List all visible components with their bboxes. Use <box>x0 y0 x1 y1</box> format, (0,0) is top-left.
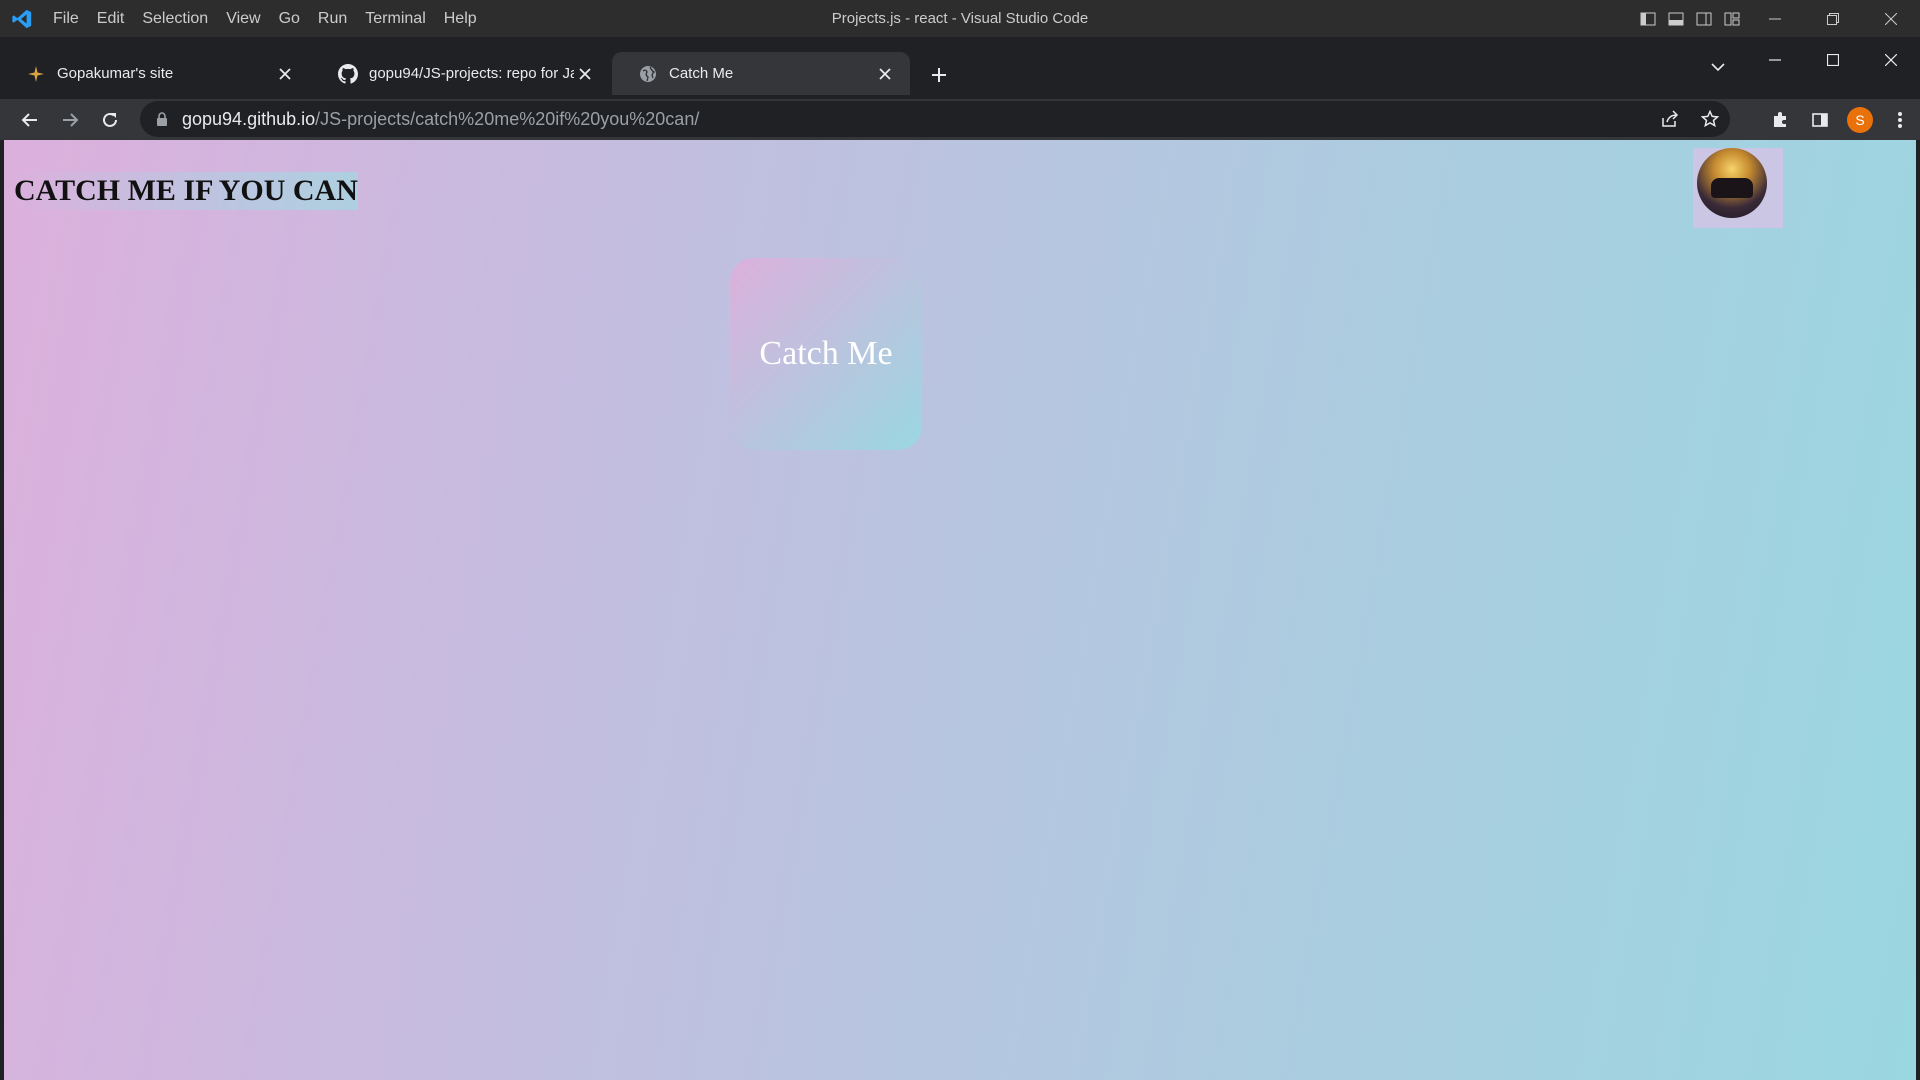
sparkle-favicon-icon <box>26 64 46 84</box>
vscode-logo-icon <box>0 0 44 37</box>
side-panel-icon[interactable] <box>1800 99 1840 140</box>
toggle-panel-icon[interactable] <box>1662 0 1690 37</box>
page-viewport: CATCH ME IF YOU CAN Catch Me <box>4 140 1916 1080</box>
new-tab-plus-icon[interactable] <box>925 61 953 89</box>
menu-terminal[interactable]: Terminal <box>356 0 434 37</box>
extensions-puzzle-icon[interactable] <box>1760 99 1800 140</box>
reload-icon[interactable] <box>90 102 130 138</box>
avatar <box>1697 148 1767 218</box>
menu-file[interactable]: File <box>44 0 88 37</box>
tab-title: Catch Me <box>669 65 734 82</box>
back-arrow-icon[interactable] <box>10 102 50 138</box>
browser-maximize-icon[interactable] <box>1804 37 1862 83</box>
globe-icon <box>638 64 658 84</box>
menu-go[interactable]: Go <box>270 0 309 37</box>
share-icon[interactable] <box>1650 101 1690 137</box>
avatar-container <box>1693 148 1783 228</box>
vscode-minimize-icon[interactable] <box>1746 0 1804 37</box>
customize-layout-icon[interactable] <box>1718 0 1746 37</box>
browser-minimize-icon[interactable] <box>1746 37 1804 83</box>
bookmark-star-icon[interactable] <box>1690 101 1730 137</box>
vscode-title-bar: File Edit Selection View Go Run Terminal… <box>0 0 1920 37</box>
vscode-restore-icon[interactable] <box>1804 0 1862 37</box>
close-tab-icon[interactable] <box>274 63 296 85</box>
vscode-menu-bar: File Edit Selection View Go Run Terminal… <box>44 0 486 37</box>
close-tab-icon[interactable] <box>874 63 896 85</box>
browser-window: Gopakumar's site gopu94/JS-projects: rep… <box>0 37 1920 1080</box>
tab-github-repo[interactable]: gopu94/JS-projects: repo for Java <box>312 52 610 95</box>
page-heading: CATCH ME IF YOU CAN <box>14 172 358 210</box>
catch-me-button[interactable]: Catch Me <box>730 258 922 450</box>
menu-edit[interactable]: Edit <box>88 0 134 37</box>
tab-title: gopu94/JS-projects: repo for Java <box>369 65 574 82</box>
forward-arrow-icon[interactable] <box>50 102 90 138</box>
profile-avatar[interactable]: S <box>1847 106 1873 133</box>
github-icon <box>338 63 358 84</box>
kebab-menu-icon[interactable] <box>1880 99 1920 140</box>
tab-search-chevron-down-icon[interactable] <box>1700 49 1736 85</box>
address-bar[interactable]: gopu94.github.io/JS-projects/catch%20me%… <box>140 101 1730 137</box>
close-tab-icon[interactable] <box>574 63 596 85</box>
url-host: gopu94.github.io <box>182 108 316 129</box>
menu-selection[interactable]: Selection <box>133 0 217 37</box>
browser-toolbar: gopu94.github.io/JS-projects/catch%20me%… <box>0 99 1920 140</box>
menu-run[interactable]: Run <box>309 0 356 37</box>
toggle-secondary-sidebar-icon[interactable] <box>1690 0 1718 37</box>
url-path: /JS-projects/catch%20me%20if%20you%20can… <box>315 108 700 129</box>
menu-help[interactable]: Help <box>435 0 486 37</box>
avatar-car-silhouette <box>1711 178 1753 198</box>
tab-gopakumar-site[interactable]: Gopakumar's site <box>0 52 310 95</box>
lock-icon[interactable] <box>154 111 170 127</box>
url-text[interactable]: gopu94.github.io/JS-projects/catch%20me%… <box>182 109 699 130</box>
tab-catch-me[interactable]: Catch Me <box>612 52 910 95</box>
browser-close-icon[interactable] <box>1862 37 1920 83</box>
tab-strip: Gopakumar's site gopu94/JS-projects: rep… <box>0 37 1920 99</box>
menu-view[interactable]: View <box>217 0 269 37</box>
toggle-primary-sidebar-icon[interactable] <box>1634 0 1662 37</box>
tab-title: Gopakumar's site <box>57 65 174 82</box>
vscode-close-icon[interactable] <box>1862 0 1920 37</box>
